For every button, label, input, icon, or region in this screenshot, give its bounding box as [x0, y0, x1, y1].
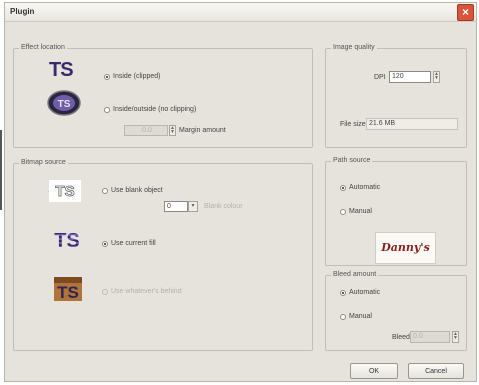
blank-colour-select[interactable]: 0	[164, 201, 188, 212]
file-size-label: File size	[340, 121, 366, 128]
dpi-input[interactable]: 120	[389, 71, 431, 83]
path-automatic-label: Automatic	[349, 184, 381, 191]
effect-location-legend: Effect location	[19, 44, 67, 51]
path-source-legend: Path source	[331, 157, 373, 164]
margin-amount-field[interactable]: 0.0	[124, 125, 168, 136]
left-edge-artifact	[0, 130, 2, 210]
bitmap-source-legend: Bitmap source	[19, 159, 68, 166]
path-manual-radio[interactable]	[340, 209, 346, 215]
bleed-manual-label: Manual	[349, 313, 372, 320]
ts-blank-icon: TS	[49, 180, 81, 204]
bleed-input[interactable]: 0.0	[410, 331, 450, 343]
blank-colour-label: Blank colour	[204, 203, 243, 210]
ok-button[interactable]: OK	[350, 363, 398, 379]
dpi-stepper[interactable]: ▲ ▼	[433, 71, 440, 83]
cancel-button[interactable]: Cancel	[408, 363, 464, 379]
margin-amount-label: Margin amount	[179, 127, 226, 134]
margin-amount-stepper[interactable]: ▲ ▼	[169, 125, 176, 136]
path-preview-image: Danny's	[375, 232, 436, 264]
ts-photo-icon: TS	[54, 277, 82, 303]
dpi-label: DPI	[374, 74, 386, 81]
window-title: Plugin	[10, 7, 35, 16]
bleed-stepper[interactable]: ▲ ▼	[452, 331, 459, 343]
image-quality-group: Image quality DPI 120 ▲ ▼ File size 21.6 …	[325, 44, 467, 148]
use-blank-object-radio[interactable]	[102, 188, 108, 194]
plugin-dialog: Plugin × Effect location TS Inside (clip…	[4, 2, 477, 382]
inside-outside-label: Inside/outside (no clipping)	[113, 106, 197, 113]
ts-no-clipping-icon: TS	[47, 90, 81, 118]
svg-text:TS: TS	[54, 230, 80, 252]
inside-outside-radio[interactable]	[104, 107, 110, 113]
bitmap-source-group: Bitmap source TS Use blank object 0 ▾ Bl…	[13, 159, 313, 351]
ts-current-fill-icon: TS	[52, 228, 82, 254]
use-current-fill-label: Use current fill	[111, 240, 156, 247]
file-size-value: 21.6 MB	[366, 118, 458, 130]
bleed-amount-legend: Bleed amount	[331, 271, 379, 278]
bleed-automatic-radio[interactable]	[340, 290, 346, 296]
bleed-automatic-label: Automatic	[349, 289, 381, 296]
svg-text:TS: TS	[55, 183, 74, 200]
close-icon: ×	[461, 5, 469, 19]
image-quality-legend: Image quality	[331, 44, 377, 51]
inside-clipped-label: Inside (clipped)	[113, 73, 161, 80]
inside-clipped-radio[interactable]	[104, 74, 110, 80]
use-underneath-label: Use whatever's behind	[111, 288, 182, 295]
title-bar: Plugin ×	[5, 3, 476, 22]
path-automatic-radio[interactable]	[340, 185, 346, 191]
bleed-manual-radio[interactable]	[340, 314, 346, 320]
svg-text:TS: TS	[57, 283, 79, 301]
blank-colour-dropdown-button[interactable]: ▾	[188, 201, 198, 212]
ts-clipped-icon: TS	[49, 59, 74, 81]
use-current-fill-radio[interactable]	[102, 241, 108, 247]
effect-location-group: Effect location TS Inside (clipped) TS I…	[13, 44, 313, 148]
bleed-label: Bleed	[392, 334, 410, 341]
bleed-amount-group: Bleed amount Automatic Manual Bleed 0.0 …	[325, 271, 467, 351]
use-blank-object-label: Use blank object	[111, 187, 163, 194]
path-manual-label: Manual	[349, 208, 372, 215]
close-button[interactable]: ×	[457, 4, 474, 21]
svg-text:TS: TS	[58, 99, 71, 110]
use-underneath-radio[interactable]	[102, 289, 108, 295]
